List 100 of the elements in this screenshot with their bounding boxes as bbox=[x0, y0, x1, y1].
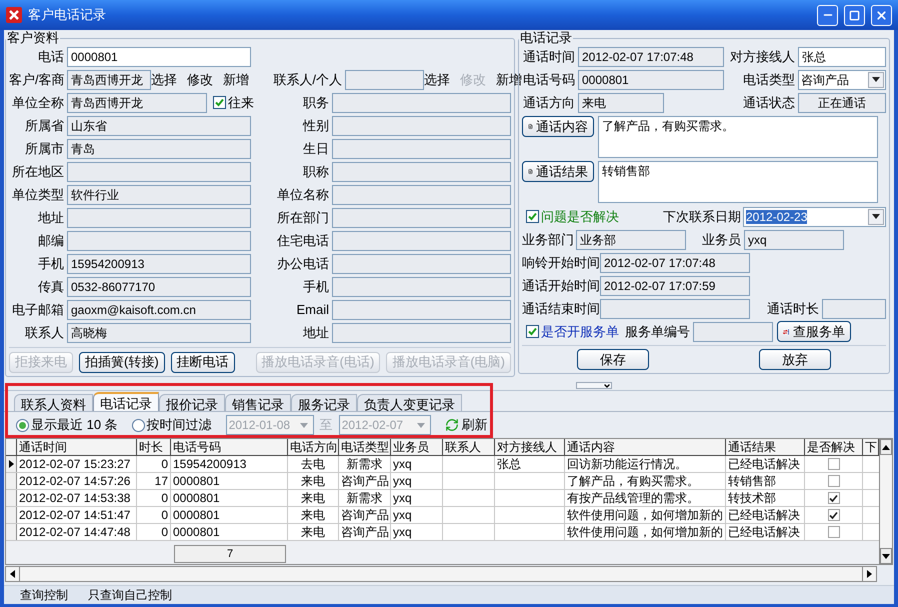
column-header[interactable]: 是否解决 bbox=[805, 439, 863, 455]
column-header[interactable]: 电话方向 bbox=[288, 439, 339, 455]
text-field[interactable] bbox=[332, 208, 511, 228]
text-field[interactable] bbox=[332, 276, 511, 296]
refresh-button[interactable]: 刷新 bbox=[444, 415, 488, 435]
text-field[interactable]: 青岛西博开龙 bbox=[67, 70, 151, 90]
text-field[interactable]: 正在通话 bbox=[798, 92, 886, 112]
dropdown-field[interactable]: 咨询产品 bbox=[798, 70, 886, 90]
push-button[interactable]: 拍插簧(转接) bbox=[79, 352, 165, 372]
field-label: 手机 bbox=[37, 254, 65, 273]
text-field[interactable]: 山东省 bbox=[67, 116, 251, 136]
table-cell: 软件使用问题，如何增加新的 bbox=[565, 507, 726, 523]
field-label: 单位类型 bbox=[11, 186, 65, 204]
push-button[interactable]: 通话内容 bbox=[522, 116, 594, 137]
text-field[interactable] bbox=[332, 138, 511, 158]
close-button[interactable] bbox=[871, 4, 892, 26]
text-field[interactable]: 张总 bbox=[798, 46, 886, 66]
text-field[interactable] bbox=[332, 92, 511, 112]
push-button[interactable]: 放弃 bbox=[759, 349, 831, 370]
checkbox[interactable]: 是否开服务单 bbox=[526, 322, 619, 342]
splitter-handle[interactable] bbox=[576, 382, 612, 389]
table-cell: 转技术部 bbox=[726, 490, 805, 506]
text-field[interactable] bbox=[332, 322, 511, 342]
column-header[interactable]: 电话类型 bbox=[339, 439, 391, 455]
checkbox[interactable] bbox=[828, 475, 840, 487]
scroll-right-icon[interactable] bbox=[867, 570, 872, 578]
text-field[interactable]: yxq bbox=[744, 230, 844, 250]
tab[interactable]: 服务记录 bbox=[291, 394, 357, 411]
column-header[interactable]: 通话时间 bbox=[17, 439, 137, 455]
tab[interactable]: 电话记录 bbox=[93, 392, 159, 411]
text-field[interactable]: 业务部 bbox=[576, 230, 686, 250]
radio-button[interactable]: 显示最近 10 条 bbox=[16, 415, 118, 435]
vertical-scrollbar[interactable] bbox=[879, 439, 892, 564]
text-field[interactable]: 来电 bbox=[578, 92, 664, 112]
tab[interactable]: 联系人资料 bbox=[14, 394, 93, 411]
text-field[interactable] bbox=[332, 254, 511, 274]
tab[interactable]: 负责人变更记录 bbox=[357, 394, 462, 411]
text-field[interactable]: 软件行业 bbox=[67, 184, 251, 204]
checkbox[interactable]: 往来 bbox=[213, 92, 254, 112]
scroll-left-icon[interactable] bbox=[10, 570, 15, 578]
action-link[interactable]: 修改 bbox=[187, 70, 213, 90]
column-header[interactable]: 对方接线人 bbox=[495, 439, 565, 455]
text-field[interactable]: 2012-02-07 17:07:48 bbox=[578, 46, 724, 66]
row-indicator[interactable] bbox=[6, 456, 17, 472]
minimize-button[interactable] bbox=[817, 4, 838, 26]
text-field[interactable] bbox=[332, 116, 511, 136]
push-button[interactable]: 通话结果 bbox=[522, 161, 594, 182]
action-link[interactable]: 选择 bbox=[151, 70, 177, 90]
column-header[interactable]: 业务员 bbox=[391, 439, 443, 455]
text-field[interactable]: 15954200913 bbox=[67, 254, 251, 274]
radio-button[interactable]: 按时间过滤 bbox=[132, 415, 212, 435]
column-header[interactable]: 时长 bbox=[137, 439, 171, 455]
action-link[interactable]: 新增 bbox=[223, 70, 249, 90]
maximize-button[interactable] bbox=[844, 4, 865, 26]
column-header[interactable]: 电话号码 bbox=[171, 439, 288, 455]
checkbox[interactable] bbox=[828, 509, 840, 521]
text-field[interactable] bbox=[332, 162, 511, 182]
checkbox[interactable] bbox=[828, 458, 840, 470]
column-header[interactable]: 联系人 bbox=[443, 439, 495, 455]
checkbox[interactable]: 问题是否解决 bbox=[526, 206, 619, 226]
group-title: 客户资料 bbox=[6, 31, 60, 45]
horizontal-scrollbar[interactable] bbox=[5, 566, 877, 582]
text-field[interactable]: 0000801 bbox=[67, 46, 251, 66]
text-field[interactable] bbox=[345, 70, 424, 90]
scroll-up-icon[interactable] bbox=[882, 444, 890, 450]
text-field[interactable]: 青岛西博开龙 bbox=[67, 92, 207, 112]
text-field[interactable] bbox=[693, 322, 773, 342]
text-field[interactable]: 青岛 bbox=[67, 138, 251, 158]
text-field[interactable]: 0532-86077170 bbox=[67, 276, 251, 296]
push-button[interactable]: 查服务单 bbox=[777, 321, 851, 342]
text-field[interactable] bbox=[332, 300, 511, 320]
text-field[interactable]: 2012-02-07 17:07:48 bbox=[600, 252, 750, 272]
text-field[interactable]: gaoxm@kaisoft.com.cn bbox=[67, 300, 251, 320]
push-button[interactable]: 保存 bbox=[577, 349, 649, 370]
text-field[interactable]: 高晓梅 bbox=[67, 322, 251, 342]
text-field[interactable] bbox=[600, 298, 750, 318]
push-button[interactable]: 挂断电话 bbox=[170, 352, 235, 372]
checkbox[interactable] bbox=[828, 492, 840, 504]
action-link[interactable]: 选择 bbox=[424, 70, 450, 90]
text-field[interactable] bbox=[67, 230, 251, 250]
action-link[interactable]: 新增 bbox=[496, 70, 522, 90]
text-field[interactable] bbox=[822, 298, 886, 318]
text-field[interactable] bbox=[67, 162, 251, 182]
table-cell: 已经电话解决 bbox=[726, 456, 805, 472]
column-header[interactable]: 通话内容 bbox=[565, 439, 726, 455]
text-field[interactable]: 2012-02-07 17:07:59 bbox=[600, 276, 750, 296]
checkbox[interactable] bbox=[828, 526, 840, 538]
text-area[interactable]: 转销售部 bbox=[598, 161, 878, 203]
table-cell: 咨询产品 bbox=[339, 524, 391, 540]
tab[interactable]: 销售记录 bbox=[225, 394, 291, 411]
dropdown-field[interactable]: 2012-02-23 bbox=[743, 206, 886, 226]
text-area[interactable]: 了解产品，有购买需求。 bbox=[598, 116, 878, 158]
text-field[interactable] bbox=[67, 208, 251, 228]
refresh-icon bbox=[444, 418, 459, 432]
text-field[interactable]: 0000801 bbox=[578, 70, 724, 90]
text-field[interactable] bbox=[332, 184, 511, 204]
text-field[interactable] bbox=[332, 230, 511, 250]
column-header[interactable]: 通话结果 bbox=[726, 439, 805, 455]
scroll-down-icon[interactable] bbox=[882, 554, 890, 558]
tab[interactable]: 报价记录 bbox=[159, 394, 225, 411]
